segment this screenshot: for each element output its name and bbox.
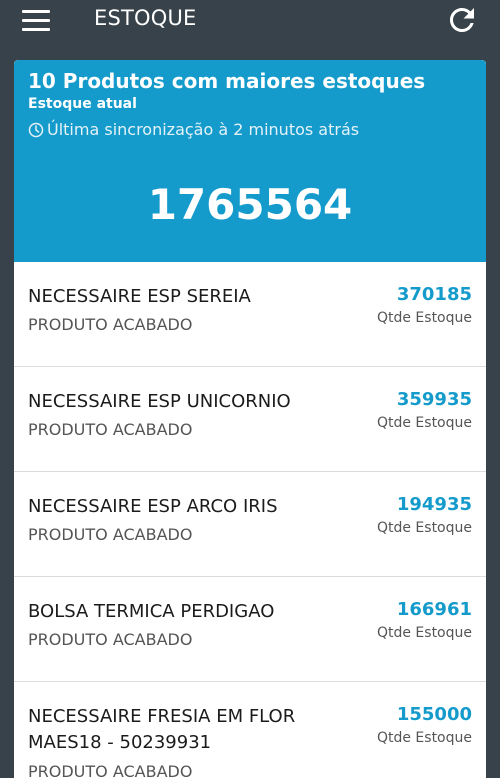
sync-status: Última sincronização à 2 minutos atrás: [28, 120, 359, 139]
product-name: NECESSAIRE FRESIA EM FLOR MAES18 - 50239…: [28, 706, 296, 754]
list-item[interactable]: NECESSAIRE ESP SEREIA PRODUTO ACABADO 37…: [14, 262, 486, 367]
stock-card: 10 Produtos com maiores estoques Estoque…: [14, 60, 486, 778]
product-name: BOLSA TERMICA PERDIGAO: [28, 601, 275, 622]
product-qty: 166961: [396, 599, 472, 620]
product-type: PRODUTO ACABADO: [28, 630, 193, 649]
product-type: PRODUTO ACABADO: [28, 762, 193, 778]
product-qty: 155000: [396, 704, 472, 725]
product-qty-label: Qtde Estoque: [376, 730, 472, 746]
list-item[interactable]: BOLSA TERMICA PERDIGAO PRODUTO ACABADO 1…: [14, 577, 486, 682]
product-qty-label: Qtde Estoque: [376, 310, 472, 326]
product-qty: 370185: [396, 284, 472, 305]
product-type: PRODUTO ACABADO: [28, 315, 193, 334]
product-qty-label: Qtde Estoque: [376, 415, 472, 431]
product-qty-label: Qtde Estoque: [376, 625, 472, 641]
card-title-main: 10 Produtos com maiores estoques: [28, 69, 426, 93]
product-name: NECESSAIRE ESP ARCO IRIS: [28, 496, 278, 517]
refresh-icon[interactable]: [444, 2, 480, 38]
product-name: NECESSAIRE ESP SEREIA: [28, 286, 251, 307]
product-type: PRODUTO ACABADO: [28, 420, 193, 439]
total-stock-value: 1765564: [147, 180, 353, 229]
sync-text: Última sincronização à 2 minutos atrás: [47, 120, 360, 139]
clock-icon: [28, 122, 44, 137]
product-name: NECESSAIRE ESP UNICORNIO: [28, 391, 291, 412]
list-item[interactable]: NECESSAIRE ESP UNICORNIO PRODUTO ACABADO…: [14, 367, 486, 472]
product-qty: 359935: [396, 389, 472, 410]
card-header: 10 Produtos com maiores estoques Estoque…: [14, 60, 486, 262]
list-item[interactable]: NECESSAIRE ESP ARCO IRIS PRODUTO ACABADO…: [14, 472, 486, 577]
card-title: 10 Produtos com maiores estoques Estoque…: [28, 69, 476, 112]
page-title: ESTOQUE: [94, 6, 197, 30]
app-toolbar: ESTOQUE: [0, 0, 500, 56]
card-subtitle: Estoque atual: [28, 95, 137, 112]
list-item[interactable]: NECESSAIRE FRESIA EM FLOR MAES18 - 50239…: [14, 682, 486, 778]
product-qty-label: Qtde Estoque: [376, 520, 472, 536]
product-qty: 194935: [396, 494, 472, 515]
product-type: PRODUTO ACABADO: [28, 525, 193, 544]
hamburger-menu-icon[interactable]: [20, 6, 52, 36]
product-list: NECESSAIRE ESP SEREIA PRODUTO ACABADO 37…: [14, 262, 486, 778]
